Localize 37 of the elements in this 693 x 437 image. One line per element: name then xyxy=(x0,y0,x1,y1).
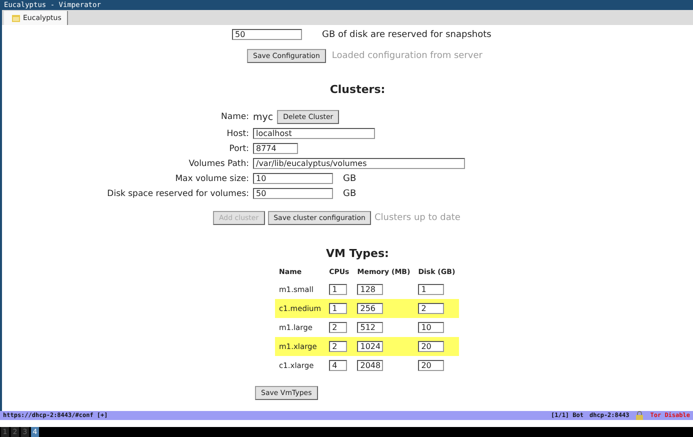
disk-field[interactable]: 1 xyxy=(418,284,444,295)
cpu-field[interactable]: 4 xyxy=(329,360,348,371)
vm-types-heading: VM Types: xyxy=(325,247,390,260)
disk-field[interactable]: 20 xyxy=(418,360,444,371)
snapshot-label: GB of disk are reserved for snapshots xyxy=(322,30,492,40)
clusters-heading: Clusters: xyxy=(328,83,386,96)
lock-icon xyxy=(635,411,644,420)
memory-field[interactable]: 2048 xyxy=(357,360,384,371)
cpu-field[interactable]: 1 xyxy=(329,284,348,295)
input-field[interactable]: /var/lib/eucalyptus/volumes xyxy=(253,158,465,169)
input-field[interactable]: 10 xyxy=(253,173,333,184)
input-field[interactable]: 50 xyxy=(253,188,333,199)
input-field[interactable]: localhost xyxy=(253,128,375,139)
disk-field[interactable]: 20 xyxy=(418,341,444,352)
snapshot-size-field[interactable]: 50 xyxy=(232,29,302,40)
memory-field[interactable]: 128 xyxy=(357,284,384,295)
field-label: Disk space reserved for volumes: xyxy=(106,188,249,198)
unit-label: GB xyxy=(343,188,356,198)
field-label: Volumes Path: xyxy=(188,158,249,168)
memory-field[interactable]: 1024 xyxy=(357,341,384,352)
field-label: Port: xyxy=(228,144,249,154)
disk-field[interactable]: 10 xyxy=(418,322,444,333)
cpu-field[interactable]: 2 xyxy=(329,341,348,352)
unit-label: GB xyxy=(343,174,356,184)
cpu-field[interactable]: 2 xyxy=(329,322,348,333)
memory-field[interactable]: 512 xyxy=(357,322,384,333)
status-text: Clusters up to date xyxy=(374,213,460,223)
field-label: Host: xyxy=(226,128,249,138)
cpu-field[interactable]: 1 xyxy=(329,303,348,314)
field-label: Max volume size: xyxy=(174,174,249,184)
disk-field[interactable]: 2 xyxy=(418,303,444,314)
input-field[interactable]: 8774 xyxy=(253,143,298,154)
folder-icon xyxy=(12,14,20,22)
field-label: Name: xyxy=(220,112,249,122)
status-text: Loaded configuration from server xyxy=(332,51,482,61)
memory-field[interactable]: 256 xyxy=(357,303,384,314)
cluster-name: myc xyxy=(253,112,274,122)
